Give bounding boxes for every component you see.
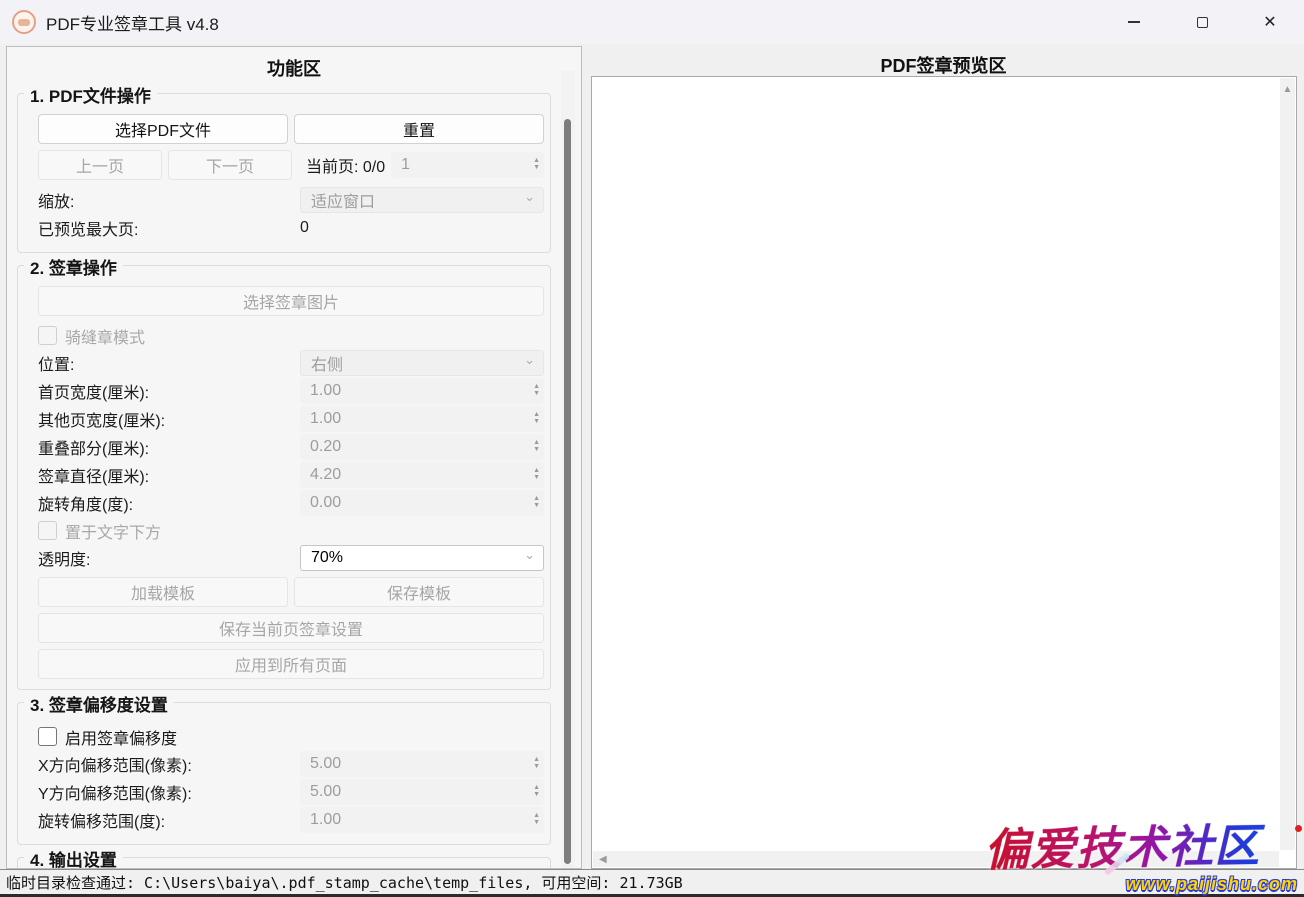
save-template-button[interactable]: 保存模板 — [294, 577, 544, 607]
select-stamp-image-button[interactable]: 选择签章图片 — [38, 286, 544, 316]
next-page-button[interactable]: 下一页 — [168, 150, 292, 180]
rotation-offset-spinner[interactable]: 1.00 ▲▼ — [300, 807, 544, 833]
window-controls: ✕ — [1100, 0, 1304, 44]
status-text: 临时目录检查通过: C:\Users\baiya\.pdf_stamp_cach… — [6, 872, 683, 893]
prev-page-button[interactable]: 上一页 — [38, 150, 162, 180]
section-stamp-offset-settings: 3. 签章偏移度设置 启用签章偏移度 X方向偏移范围(像素): 5.00 ▲▼ … — [17, 702, 551, 845]
current-page-label: 当前页: 0/0 — [306, 153, 385, 177]
opacity-dropdown[interactable]: 70% ⌄ — [300, 545, 544, 571]
section-pdf-file-operations: 1. PDF文件操作 选择PDF文件 重置 上一页 下一页 当前页: 0/0 1… — [17, 93, 551, 253]
maximize-button[interactable] — [1168, 0, 1236, 44]
spinner-arrows-icon[interactable]: ▲▼ — [533, 384, 540, 398]
pdf-preview-canvas[interactable]: ▲ ◀ — [591, 76, 1297, 869]
close-button[interactable]: ✕ — [1236, 0, 1304, 44]
spinner-arrows-icon[interactable]: ▲▼ — [533, 412, 540, 426]
section-title: 4. 输出设置 — [24, 846, 123, 869]
status-bar: 临时目录检查通过: C:\Users\baiya\.pdf_stamp_cach… — [0, 869, 1304, 897]
overlap-spinner[interactable]: 0.20 ▲▼ — [300, 434, 544, 460]
chevron-down-icon: ⌄ — [524, 192, 535, 202]
opacity-label: 透明度: — [38, 546, 300, 570]
rotation-angle-spinner[interactable]: 0.00 ▲▼ — [300, 490, 544, 516]
straddle-stamp-checkbox[interactable] — [38, 326, 57, 345]
window-title: PDF专业签章工具 v4.8 — [46, 10, 219, 35]
first-page-width-spinner[interactable]: 1.00 ▲▼ — [300, 378, 544, 404]
scroll-up-icon[interactable]: ▲ — [1280, 78, 1295, 95]
x-offset-spinner[interactable]: 5.00 ▲▼ — [300, 751, 544, 777]
zoom-dropdown[interactable]: 适应窗口 ⌄ — [300, 187, 544, 213]
other-page-width-spinner[interactable]: 1.00 ▲▼ — [300, 406, 544, 432]
enable-offset-checkbox[interactable] — [38, 727, 57, 746]
function-panel: 功能区 1. PDF文件操作 选择PDF文件 重置 上一页 下一页 当前页: 0… — [6, 46, 582, 869]
scroll-left-icon[interactable]: ◀ — [593, 854, 607, 865]
spinner-arrows-icon[interactable]: ▲▼ — [533, 440, 540, 454]
preview-horizontal-scrollbar[interactable]: ◀ — [593, 851, 1279, 867]
stamp-diameter-spinner[interactable]: 4.20 ▲▼ — [300, 462, 544, 488]
preview-vertical-scrollbar[interactable]: ▲ — [1280, 78, 1295, 850]
spinner-arrows-icon[interactable]: ▲▼ — [533, 468, 540, 482]
select-pdf-button[interactable]: 选择PDF文件 — [38, 114, 288, 144]
close-icon: ✕ — [1263, 12, 1276, 32]
save-current-page-settings-button[interactable]: 保存当前页签章设置 — [38, 613, 544, 643]
reset-button[interactable]: 重置 — [294, 114, 544, 144]
main-area: 功能区 1. PDF文件操作 选择PDF文件 重置 上一页 下一页 当前页: 0… — [0, 44, 1304, 869]
page-number-spinner[interactable]: 1 ▲▼ — [391, 152, 544, 178]
section-title: 2. 签章操作 — [24, 254, 123, 279]
load-template-button[interactable]: 加载模板 — [38, 577, 288, 607]
preview-panel: PDF签章预览区 ▲ ◀ — [583, 44, 1304, 869]
scrollbar-thumb[interactable] — [564, 119, 571, 864]
minimize-icon — [1128, 21, 1140, 23]
spinner-arrows-icon[interactable]: ▲▼ — [533, 757, 540, 771]
spinner-arrows-icon[interactable]: ▲▼ — [533, 496, 540, 510]
function-panel-scrollbar[interactable] — [561, 71, 575, 868]
app-logo-icon — [12, 10, 36, 34]
max-preview-label: 已预览最大页: — [38, 216, 300, 240]
section-output-settings: 4. 输出设置 — [17, 857, 551, 869]
position-label: 位置: — [38, 351, 300, 375]
section-title: 3. 签章偏移度设置 — [24, 691, 174, 716]
spinner-arrows-icon[interactable]: ▲▼ — [533, 813, 540, 827]
apply-to-all-pages-button[interactable]: 应用到所有页面 — [38, 649, 544, 679]
chevron-down-icon: ⌄ — [524, 355, 535, 365]
under-text-checkbox[interactable] — [38, 521, 57, 540]
position-dropdown[interactable]: 右侧 ⌄ — [300, 350, 544, 376]
max-preview-value: 0 — [300, 219, 309, 237]
title-bar: PDF专业签章工具 v4.8 ✕ — [0, 0, 1304, 44]
spinner-arrows-icon[interactable]: ▲▼ — [533, 158, 540, 172]
section-stamp-operations: 2. 签章操作 选择签章图片 骑缝章模式 位置: 右侧 ⌄ 首页宽度(厘米): — [17, 265, 551, 690]
minimize-button[interactable] — [1100, 0, 1168, 44]
preview-panel-title: PDF签章预览区 — [583, 44, 1304, 78]
y-offset-spinner[interactable]: 5.00 ▲▼ — [300, 779, 544, 805]
section-title: 1. PDF文件操作 — [24, 82, 157, 107]
function-panel-title: 功能区 — [7, 47, 581, 81]
spinner-arrows-icon[interactable]: ▲▼ — [533, 785, 540, 799]
zoom-label: 缩放: — [38, 188, 300, 212]
chevron-down-icon: ⌄ — [524, 550, 535, 560]
maximize-icon — [1197, 17, 1208, 28]
